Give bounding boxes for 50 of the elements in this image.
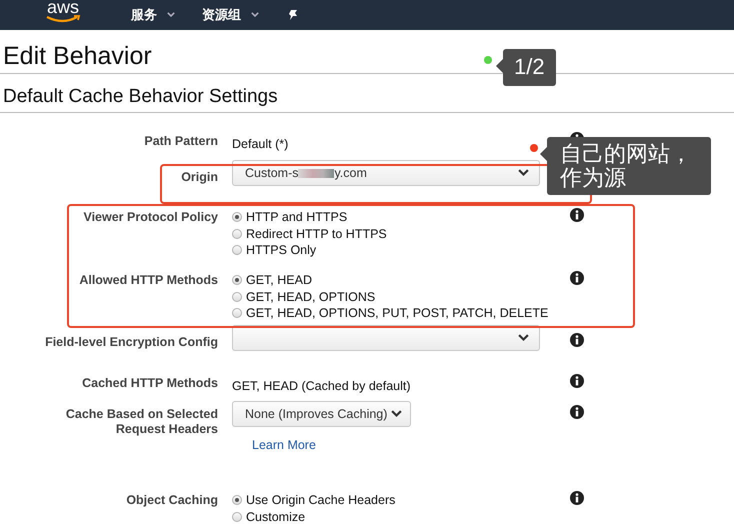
radio-label: GET, HEAD xyxy=(246,272,312,288)
radio-label: GET, HEAD, OPTIONS xyxy=(246,288,376,305)
radio-label: HTTPS Only xyxy=(246,242,316,258)
radio-button[interactable] xyxy=(232,228,242,239)
dropdown-button[interactable]: None (Improves Caching) xyxy=(232,401,412,427)
select-field[interactable]: Custom-s y.com xyxy=(232,160,540,186)
info-icon[interactable] xyxy=(570,271,584,285)
chevron-down-icon xyxy=(518,334,529,342)
field-label: Viewer Protocol Policy xyxy=(83,209,218,225)
aws-logo[interactable]: aws xyxy=(45,0,81,23)
info-icon[interactable] xyxy=(570,374,584,388)
radio-label: Redirect HTTP to HTTPS xyxy=(246,226,387,242)
nav-menu[interactable]: 服务 xyxy=(131,6,175,24)
radio-button[interactable] xyxy=(232,245,242,256)
radio-button[interactable] xyxy=(232,292,242,302)
field-label: Cached HTTP Methods xyxy=(82,375,218,391)
select-field[interactable] xyxy=(232,325,540,351)
field-label: Object Caching xyxy=(126,492,218,508)
info-icon[interactable] xyxy=(570,405,584,419)
section-title: Default Cache Behavior Settings xyxy=(2,85,278,109)
annotation-tooltip: 自己的网站，作为源 xyxy=(547,137,711,195)
field-value: GET, HEAD (Cached by default) xyxy=(232,378,412,394)
field-label: Allowed HTTP Methods xyxy=(79,272,218,288)
learn-more-link[interactable]: Learn More xyxy=(252,437,316,453)
radio-label: Use Origin Cache Headers xyxy=(246,492,396,508)
radio-label: GET, HEAD, OPTIONS, PUT, POST, PATCH, DELETE xyxy=(246,305,548,322)
field-label: Cache Based on Selected Request Headers xyxy=(64,406,218,437)
field-label: Origin xyxy=(181,169,218,185)
chevron-down-icon xyxy=(251,12,259,18)
nav-menu[interactable]: 资源组 xyxy=(202,6,259,24)
info-icon[interactable] xyxy=(570,333,584,347)
chevron-down-icon xyxy=(391,410,402,418)
radio-label: Customize xyxy=(246,508,306,524)
page-title: Edit Behavior xyxy=(2,41,152,71)
radio-button[interactable] xyxy=(232,512,242,522)
radio-button[interactable] xyxy=(232,275,242,286)
chevron-down-icon xyxy=(518,169,529,177)
radio-button[interactable] xyxy=(232,495,242,506)
field-label: Path Pattern xyxy=(144,133,218,149)
info-icon[interactable] xyxy=(570,208,584,222)
field-value: Default (*) xyxy=(232,136,290,152)
pin-icon[interactable] xyxy=(287,9,299,21)
radio-button[interactable] xyxy=(232,308,242,318)
field-label: Field-level Encryption Config xyxy=(45,334,218,350)
radio-label: HTTP and HTTPS xyxy=(246,209,348,226)
annotation-tooltip: 1/2 xyxy=(503,49,556,86)
radio-button[interactable] xyxy=(232,212,242,222)
blurred-text xyxy=(298,168,334,178)
info-icon[interactable] xyxy=(570,491,584,505)
chevron-down-icon xyxy=(167,12,175,18)
